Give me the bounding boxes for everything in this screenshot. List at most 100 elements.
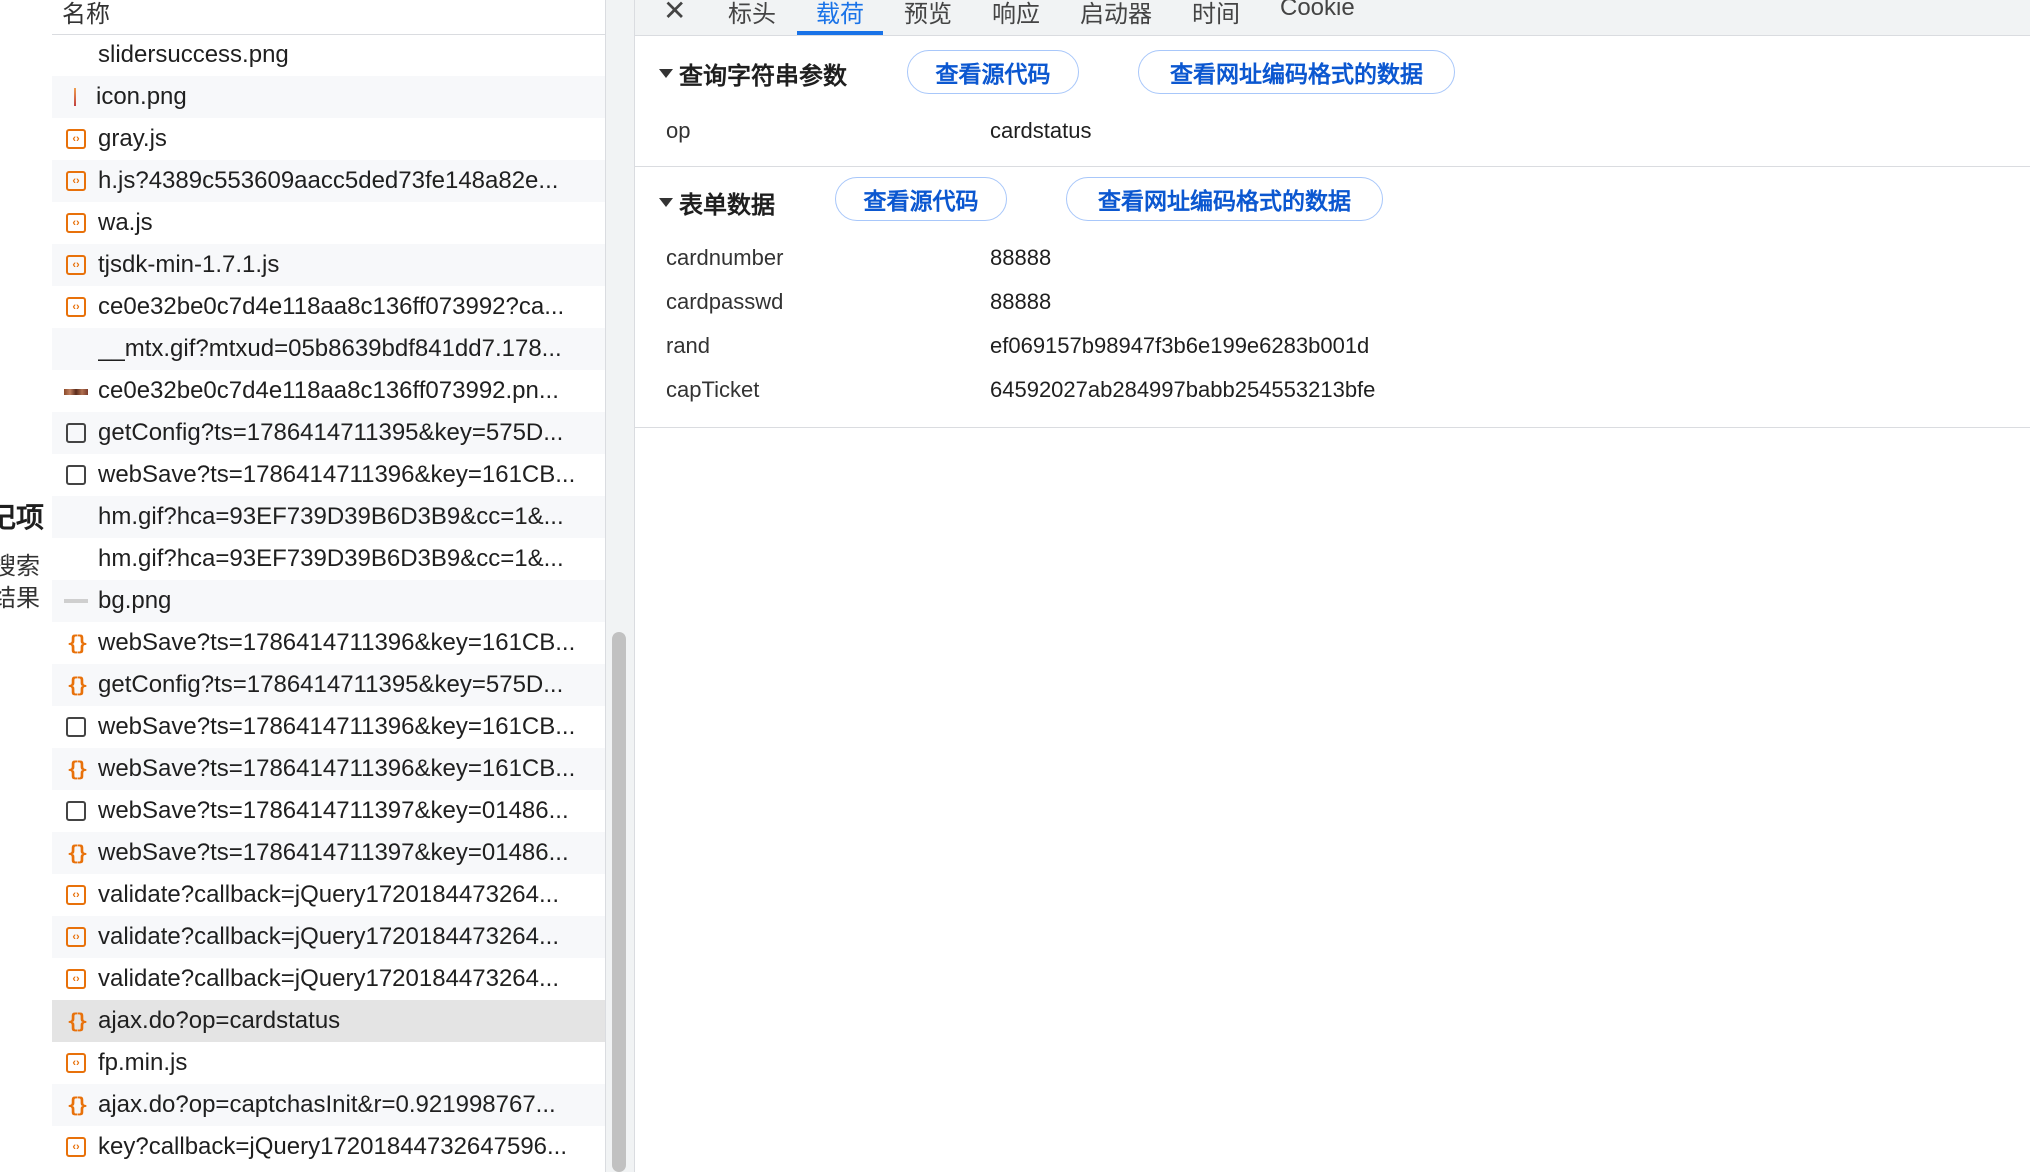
panel-text-fragment: 结果	[0, 585, 40, 612]
request-row[interactable]: {} webSave?ts=1786414711397&key=01486...	[52, 832, 605, 874]
request-name: getConfig?ts=1786414711395&key=575D...	[98, 419, 564, 446]
request-name: ajax.do?op=captchasInit&r=0.921998767...	[98, 1091, 556, 1118]
param-value: 64592027ab284997babb254553213bfe	[990, 377, 1376, 402]
panel-text-fragment: 搜索	[0, 553, 40, 580]
request-name: icon.png	[96, 83, 187, 110]
request-row[interactable]: ‹› h.js?4389c553609aacc5ded73fe148a82e...	[52, 160, 605, 202]
script-icon: ‹›	[66, 969, 86, 989]
view-url-encoded-button[interactable]: 查看网址编码格式的数据	[1066, 177, 1383, 221]
request-name: key?callback=jQuery17201844732647596...	[98, 1133, 568, 1160]
request-row[interactable]: webSave?ts=1786414711396&key=161CB...	[52, 454, 605, 496]
image-icon	[64, 505, 88, 529]
tab-initiator[interactable]: 启动器	[1080, 0, 1152, 29]
script-icon: ‹›	[66, 297, 86, 317]
request-row[interactable]: hm.gif?hca=93EF739D39B6D3B9&cc=1&...	[52, 538, 605, 580]
request-name: webSave?ts=1786414711397&key=01486...	[98, 839, 569, 866]
list-scrollbar[interactable]	[612, 632, 626, 1172]
request-row[interactable]: webSave?ts=1786414711397&key=01486...	[52, 790, 605, 832]
close-icon[interactable]: ✕	[663, 0, 686, 27]
param-value: cardstatus	[990, 118, 1092, 143]
request-rows: slidersuccess.png icon.png ‹› gray.js ‹› h…	[52, 34, 605, 1168]
request-name: validate?callback=jQuery1720184473264...	[98, 923, 560, 950]
detail-tab-bar: ✕ 标头 载荷 预览 响应 启动器 时间 Cookie	[635, 0, 2030, 36]
xhr-icon: {}	[66, 757, 88, 781]
script-icon: ‹›	[66, 927, 86, 947]
form-section-title: 表单数据	[679, 192, 775, 219]
tab-preview[interactable]: 预览	[904, 0, 952, 29]
xhr-icon: {}	[66, 841, 88, 865]
document-icon	[66, 423, 86, 443]
request-row[interactable]: {} ajax.do?op=captchasInit&r=0.921998767.…	[52, 1084, 605, 1126]
request-name: validate?callback=jQuery1720184473264...	[98, 965, 560, 992]
view-url-encoded-button[interactable]: 查看网址编码格式的数据	[1138, 50, 1455, 94]
xhr-icon: {}	[66, 673, 88, 697]
request-name: webSave?ts=1786414711396&key=161CB...	[98, 629, 576, 656]
expand-triangle-icon	[659, 198, 673, 207]
request-row[interactable]: ‹› validate?callback=jQuery1720184473264.…	[52, 916, 605, 958]
request-row[interactable]: ‹› validate?callback=jQuery1720184473264.…	[52, 874, 605, 916]
script-icon: ‹›	[66, 885, 86, 905]
query-string-section: 查询字符串参数 查看源代码 查看网址编码格式的数据 op cardstatus	[635, 36, 2030, 167]
view-source-button[interactable]: 查看源代码	[907, 50, 1079, 94]
request-name: slidersuccess.png	[98, 41, 289, 68]
view-source-button[interactable]: 查看源代码	[835, 177, 1007, 221]
script-icon: ‹›	[66, 255, 86, 275]
tab-timing[interactable]: 时间	[1192, 0, 1240, 29]
request-row[interactable]: getConfig?ts=1786414711395&key=575D...	[52, 412, 605, 454]
image-icon	[64, 599, 88, 603]
request-row[interactable]: {} webSave?ts=1786414711396&key=161CB...	[52, 748, 605, 790]
form-section-toggle[interactable]: 表单数据	[659, 185, 775, 220]
tab-payload[interactable]: 载荷	[816, 0, 864, 29]
request-row[interactable]: icon.png	[52, 76, 605, 118]
xhr-icon: {}	[66, 631, 88, 655]
request-row[interactable]: ce0e32be0c7d4e118aa8c136ff073992.pn...	[52, 370, 605, 412]
request-row[interactable]: __mtx.gif?mtxud=05b8639bdf841dd7.178...	[52, 328, 605, 370]
param-value: 88888	[990, 245, 1052, 270]
request-row[interactable]: hm.gif?hca=93EF739D39B6D3B9&cc=1&...	[52, 496, 605, 538]
tab-headers[interactable]: 标头	[728, 0, 776, 29]
request-name: ajax.do?op=cardstatus	[98, 1007, 341, 1034]
tab-response[interactable]: 响应	[992, 0, 1040, 29]
script-icon: ‹›	[66, 213, 86, 233]
form-data-section: 表单数据 查看源代码 查看网址编码格式的数据 cardnumber 88888 …	[635, 167, 2030, 428]
xhr-icon: {}	[66, 1093, 88, 1117]
left-side-panel: 记项 搜索 结果	[0, 0, 53, 1172]
request-row-selected[interactable]: {} ajax.do?op=cardstatus	[52, 1000, 605, 1042]
request-row[interactable]: ‹› validate?callback=jQuery1720184473264.…	[52, 958, 605, 1000]
request-name: ce0e32be0c7d4e118aa8c136ff073992?ca...	[98, 293, 565, 320]
request-detail-pane: ✕ 标头 载荷 预览 响应 启动器 时间 Cookie 查询字符串参数 查看源代…	[635, 0, 2030, 1172]
list-header[interactable]: 名称	[52, 0, 605, 35]
request-name: hm.gif?hca=93EF739D39B6D3B9&cc=1&...	[98, 503, 564, 530]
param-key: capTicket	[666, 377, 760, 402]
tab-cookies[interactable]: Cookie	[1280, 0, 1355, 22]
request-row[interactable]: ‹› key?callback=jQuery17201844732647596..…	[52, 1126, 605, 1168]
script-icon: ‹›	[66, 171, 86, 191]
name-column-header[interactable]: 名称	[62, 0, 110, 29]
request-name: webSave?ts=1786414711396&key=161CB...	[98, 755, 576, 782]
image-icon	[74, 88, 76, 106]
request-row[interactable]: ‹› ce0e32be0c7d4e118aa8c136ff073992?ca...	[52, 286, 605, 328]
image-icon	[64, 389, 88, 395]
request-name: bg.png	[98, 587, 172, 614]
request-name: webSave?ts=1786414711396&key=161CB...	[98, 461, 576, 488]
param-key: cardpasswd	[666, 289, 784, 314]
request-row[interactable]: ‹› tjsdk-min-1.7.1.js	[52, 244, 605, 286]
request-row[interactable]: bg.png	[52, 580, 605, 622]
request-name: tjsdk-min-1.7.1.js	[98, 251, 280, 278]
param-key: rand	[666, 333, 711, 358]
request-row[interactable]: slidersuccess.png	[52, 34, 605, 76]
request-row[interactable]: ‹› wa.js	[52, 202, 605, 244]
network-request-list: 名称 slidersuccess.png icon.png ‹› gray.js …	[52, 0, 606, 1172]
request-name: webSave?ts=1786414711397&key=01486...	[98, 797, 569, 824]
request-row[interactable]: {} getConfig?ts=1786414711395&key=575D...	[52, 664, 605, 706]
request-row[interactable]: ‹› fp.min.js	[52, 1042, 605, 1084]
image-icon	[64, 43, 88, 67]
image-icon	[64, 337, 88, 361]
active-tab-indicator	[797, 31, 883, 35]
request-name: wa.js	[98, 209, 153, 236]
request-row[interactable]: {} webSave?ts=1786414711396&key=161CB...	[52, 622, 605, 664]
request-row[interactable]: ‹› gray.js	[52, 118, 605, 160]
query-section-toggle[interactable]: 查询字符串参数	[659, 56, 847, 91]
request-name: gray.js	[98, 125, 167, 152]
request-row[interactable]: webSave?ts=1786414711396&key=161CB...	[52, 706, 605, 748]
